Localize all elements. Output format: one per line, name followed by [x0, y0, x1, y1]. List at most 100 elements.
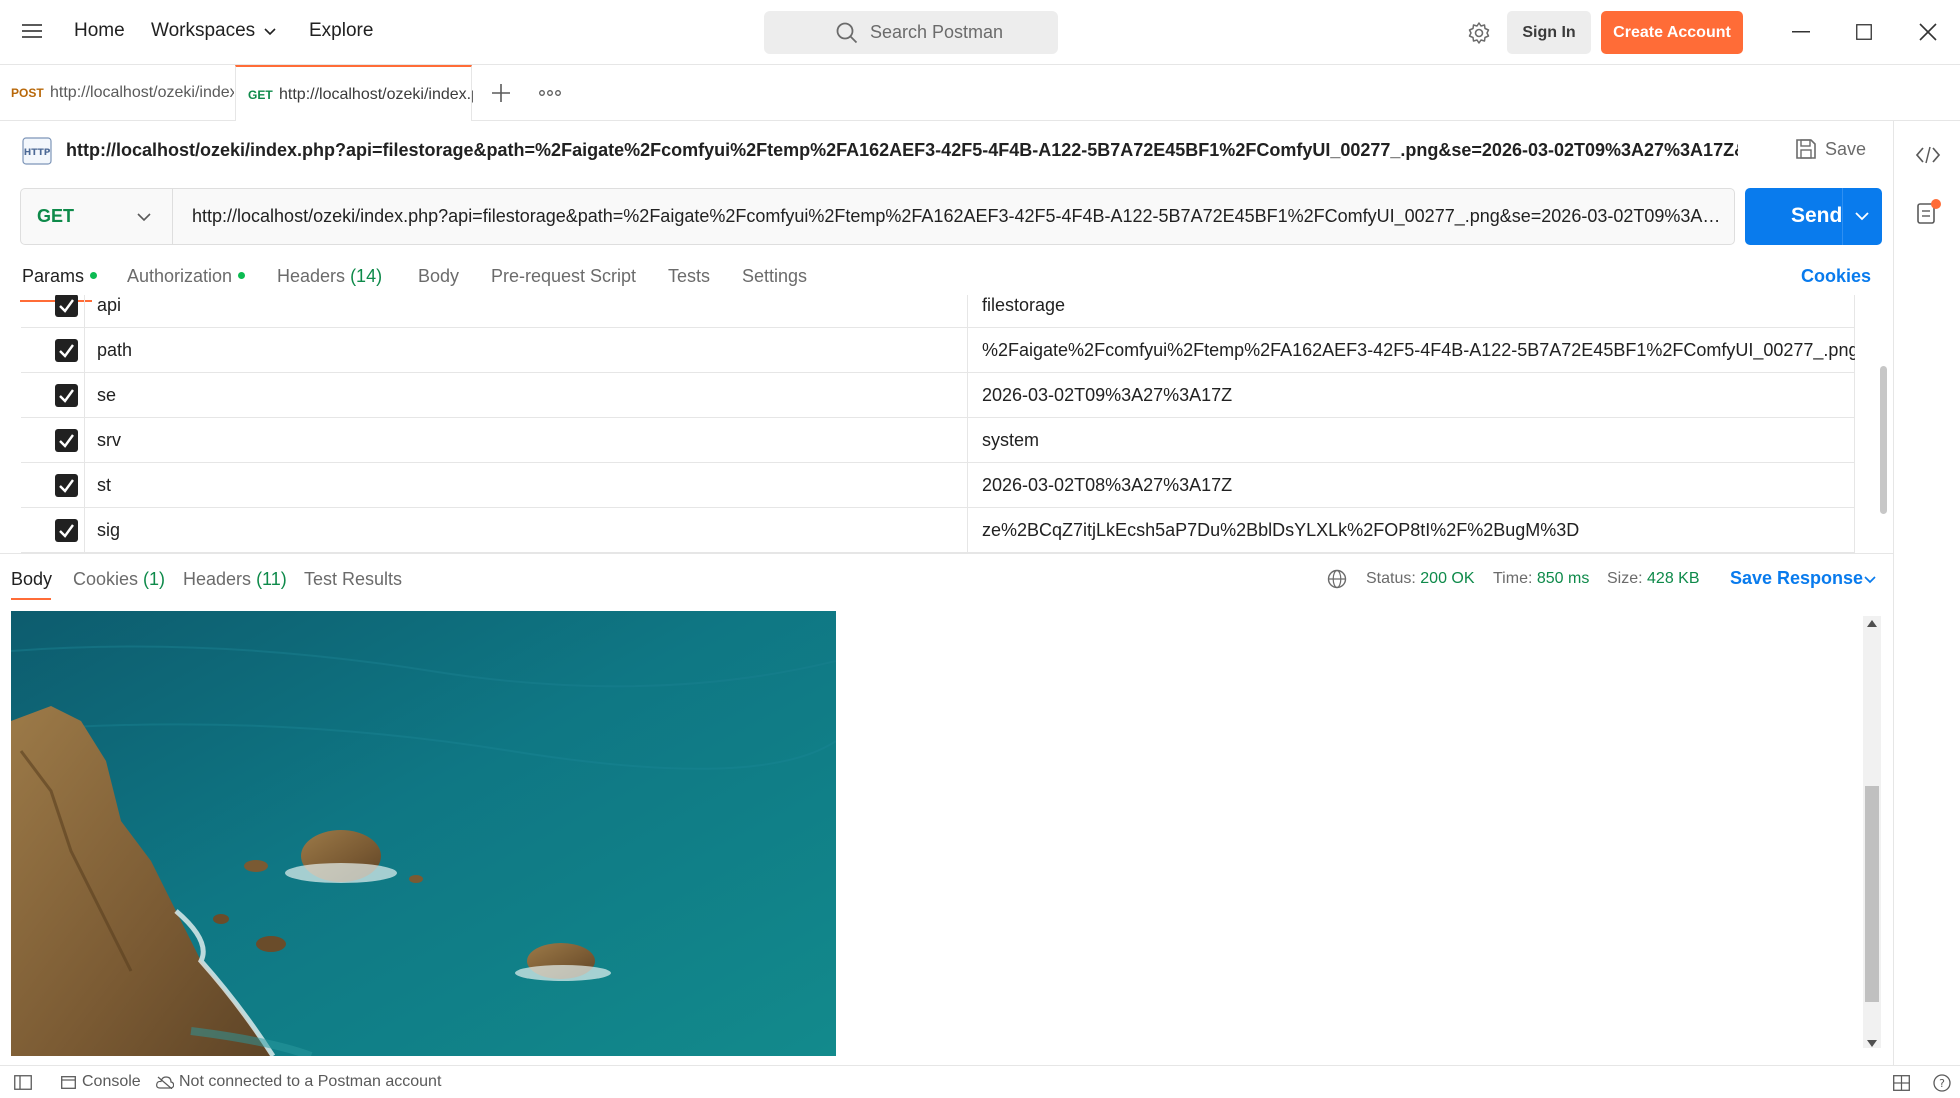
param-key[interactable]: se: [97, 385, 116, 406]
headers-count: (11): [256, 569, 287, 589]
param-key[interactable]: api: [97, 295, 121, 316]
tab-pre-request-script[interactable]: Pre-request Script: [491, 266, 636, 287]
svg-text:?: ?: [1939, 1077, 1945, 1090]
cookies-link[interactable]: Cookies: [1801, 266, 1871, 287]
param-key[interactable]: st: [97, 475, 111, 496]
url-input[interactable]: http://localhost/ozeki/index.php?api=fil…: [192, 206, 1727, 227]
search-placeholder: Search Postman: [870, 22, 1004, 42]
response-tab-headers[interactable]: Headers (11): [183, 569, 287, 590]
sidebar-toggle-icon[interactable]: [14, 1075, 32, 1090]
request-tab-url: http://localhost/ozeki/index.php: [279, 86, 473, 103]
response-tab-test-results[interactable]: Test Results: [304, 569, 402, 590]
http-icon: HTTP: [20, 135, 54, 167]
response-tab-cookies[interactable]: Cookies (1): [73, 569, 165, 590]
right-sidebar: [1893, 121, 1960, 1065]
param-value[interactable]: filestorage: [982, 295, 1065, 316]
tab-authorization[interactable]: Authorization: [127, 266, 246, 287]
add-tab-icon[interactable]: [491, 83, 511, 103]
method-label: GET: [37, 206, 75, 226]
param-row: se 2026-03-02T09%3A27%3A17Z: [21, 373, 1855, 418]
console-icon: [61, 1076, 76, 1089]
request-title[interactable]: http://localhost/ozeki/index.php?api=fil…: [66, 140, 1738, 161]
param-key[interactable]: path: [97, 340, 132, 361]
search-icon: [836, 22, 858, 44]
checkbox[interactable]: [55, 429, 78, 452]
cookies-count: (1): [143, 569, 166, 589]
time-label: Time:: [1493, 570, 1533, 587]
params-scrollbar[interactable]: [1880, 366, 1887, 514]
tab-params[interactable]: Params: [22, 266, 98, 287]
scroll-up-icon[interactable]: [1867, 620, 1877, 627]
tab-tests[interactable]: Tests: [668, 266, 710, 287]
param-row: srv system: [21, 418, 1855, 463]
close-icon[interactable]: [1919, 23, 1937, 41]
size-readout[interactable]: Size: 428 KB: [1607, 570, 1700, 588]
checkbox[interactable]: [55, 384, 78, 407]
response-tab-cookies-label: Cookies: [73, 569, 139, 589]
request-tab-post[interactable]: POST http://localhost/ozeki/index.php: [0, 65, 234, 121]
method-badge: GET: [248, 88, 273, 102]
tab-headers[interactable]: Headers (14): [277, 266, 382, 287]
documentation-icon[interactable]: [1916, 198, 1942, 226]
console-label: Console: [82, 1073, 141, 1090]
response-image-preview: [11, 611, 836, 1056]
method-badge: POST: [11, 86, 44, 100]
response-scrollbar-thumb[interactable]: [1865, 786, 1879, 1002]
size-label: Size:: [1607, 570, 1643, 587]
param-key[interactable]: srv: [97, 430, 121, 451]
cloud-offline-icon: [156, 1076, 174, 1089]
nav-workspaces[interactable]: Workspaces: [151, 20, 255, 42]
checkbox[interactable]: [55, 519, 78, 542]
minimize-icon[interactable]: [1792, 31, 1810, 33]
send-button[interactable]: Send: [1745, 188, 1882, 245]
connection-label: Not connected to a Postman account: [179, 1073, 442, 1090]
checkbox[interactable]: [55, 295, 78, 317]
param-value[interactable]: 2026-03-02T08%3A27%3A17Z: [982, 475, 1232, 496]
scroll-down-icon[interactable]: [1867, 1040, 1877, 1047]
search-bar[interactable]: Search Postman: [764, 11, 1058, 54]
chevron-down-icon[interactable]: [264, 28, 276, 36]
request-tab-bar: POST http://localhost/ozeki/index.php GE…: [0, 65, 1960, 121]
globe-icon[interactable]: [1327, 569, 1347, 589]
tab-authorization-label: Authorization: [127, 266, 233, 286]
sign-in-button[interactable]: Sign In: [1507, 11, 1591, 54]
request-tab-get[interactable]: GET http://localhost/ozeki/index.php: [235, 65, 473, 121]
checkbox[interactable]: [55, 339, 78, 362]
nav-explore[interactable]: Explore: [309, 20, 373, 42]
param-value[interactable]: system: [982, 430, 1039, 451]
chevron-down-icon[interactable]: [1864, 576, 1876, 584]
active-tab-indicator: [11, 598, 51, 600]
create-account-button[interactable]: Create Account: [1601, 11, 1743, 54]
maximize-icon[interactable]: [1856, 24, 1872, 40]
status-label: Status:: [1366, 570, 1416, 587]
chevron-down-icon[interactable]: [1855, 212, 1869, 221]
checkbox[interactable]: [55, 474, 78, 497]
response-tab-body[interactable]: Body: [11, 569, 52, 590]
url-bar: GET http://localhost/ozeki/index.php?api…: [20, 188, 1735, 245]
save-label: Save: [1825, 139, 1867, 159]
tab-settings[interactable]: Settings: [742, 266, 807, 287]
code-icon[interactable]: [1915, 145, 1941, 165]
status-bar: Console Not connected to a Postman accou…: [0, 1065, 1960, 1098]
nav-home[interactable]: Home: [74, 20, 125, 42]
help-icon[interactable]: ?: [1933, 1074, 1951, 1092]
param-row: api filestorage: [21, 295, 1855, 328]
param-value[interactable]: ze%2BCqZ7itjLkEcsh5aP7Du%2BblDsYLXLk%2FO…: [982, 520, 1579, 541]
time-readout[interactable]: Time: 850 ms: [1493, 570, 1589, 588]
send-divider: [1842, 188, 1843, 245]
tab-body[interactable]: Body: [418, 266, 459, 287]
param-value[interactable]: %2Faigate%2Fcomfyui%2Ftemp%2FA162AEF3-42…: [982, 340, 1855, 361]
save-response-button[interactable]: Save Response: [1730, 568, 1863, 589]
send-label: Send: [1791, 204, 1843, 227]
gear-icon[interactable]: [1467, 21, 1491, 45]
status-dot: [90, 272, 98, 279]
param-key[interactable]: sig: [97, 520, 120, 541]
status-readout[interactable]: Status: 200 OK: [1366, 570, 1475, 588]
method-select[interactable]: GET: [21, 189, 173, 244]
param-row: path %2Faigate%2Fcomfyui%2Ftemp%2FA162AE…: [21, 328, 1855, 373]
status-value: 200 OK: [1420, 570, 1475, 587]
more-icon[interactable]: [539, 90, 561, 96]
menu-icon[interactable]: [22, 22, 42, 40]
param-value[interactable]: 2026-03-02T09%3A27%3A17Z: [982, 385, 1232, 406]
layout-icon[interactable]: [1893, 1075, 1910, 1091]
